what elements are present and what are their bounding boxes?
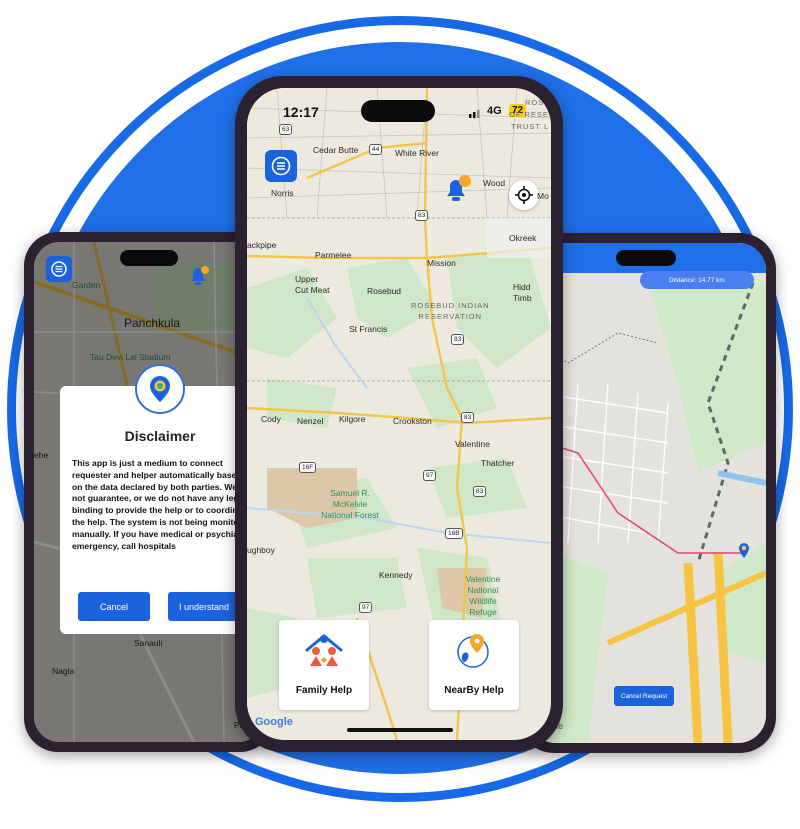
map-label-upper-cut-meat: Upper Cut Meat xyxy=(295,274,330,295)
i-understand-button[interactable]: I understand xyxy=(168,592,240,621)
locate-button[interactable] xyxy=(509,180,539,210)
route-shield: 63 xyxy=(279,124,293,135)
nearby-help-label: NearBy Help xyxy=(444,685,504,696)
map-label-kennedy: Kennedy xyxy=(379,570,413,580)
route-shield: 83 xyxy=(415,210,429,221)
nearby-help-card[interactable]: NearBy Help xyxy=(429,620,519,710)
route-shield: 97 xyxy=(359,602,373,613)
map-label-norris: Norris xyxy=(271,188,294,198)
right-phone-screen: Distance: 14.77 km Cancel Request Google xyxy=(528,243,766,743)
route-shield: 16B xyxy=(445,528,463,539)
dynamic-island xyxy=(120,250,178,266)
status-network: 4G xyxy=(487,105,502,117)
dynamic-island xyxy=(616,250,676,266)
end-pin-icon xyxy=(739,543,749,558)
menu-icon xyxy=(51,261,67,277)
nearby-icon xyxy=(457,634,489,668)
map-label-ackpipe: ackpipe xyxy=(247,240,277,250)
route-shield: 83 xyxy=(461,412,475,423)
map-label-rose: ROSE xyxy=(525,98,551,107)
cancel-request-button[interactable]: Cancel Request xyxy=(614,686,674,706)
map-label-mo: Mo xyxy=(537,191,549,201)
map-label-cedar-butte: Cedar Butte xyxy=(313,145,359,155)
map-label-mission: Mission xyxy=(427,258,456,268)
disclaimer-dialog: Disclaimer This app is just a medium to … xyxy=(60,364,260,634)
center-phone: 12:17 4G 72 ROSE OF RESER TRUST L 63 Ced… xyxy=(235,76,563,752)
left-phone-screen: Garden Panchkula Tau Devi Lal Stadium eh… xyxy=(34,242,264,742)
map-label-hidd: Hidd xyxy=(513,282,531,292)
map-label-crookston: Crookston xyxy=(393,416,432,426)
map-label-okreek: Okreek xyxy=(509,233,537,243)
status-time: 12:17 xyxy=(283,104,319,120)
bell-icon[interactable] xyxy=(441,174,471,204)
map-label-nenzel: Nenzel xyxy=(297,416,324,426)
map-label-cody: Cody xyxy=(261,414,281,424)
family-help-card[interactable]: Family Help xyxy=(279,620,369,710)
map-pin-icon xyxy=(150,376,170,402)
map-label-white-river: White River xyxy=(395,148,439,158)
map-label-valentine: Valentine xyxy=(455,439,490,449)
right-map xyxy=(528,243,766,743)
dialog-badge xyxy=(135,364,185,414)
signal-icon xyxy=(469,110,480,118)
map-label-f-reser: OF RESER xyxy=(509,110,551,119)
family-icon xyxy=(305,634,343,666)
map-label-thatcher: Thatcher xyxy=(481,458,515,468)
center-phone-screen: 12:17 4G 72 ROSE OF RESER TRUST L 63 Ced… xyxy=(247,88,551,740)
dialog-body: This app is just a medium to connect req… xyxy=(72,458,253,551)
map-label-ughboy: ughboy xyxy=(247,545,275,555)
family-help-label: Family Help xyxy=(295,685,353,696)
menu-icon xyxy=(271,156,291,176)
map-label-samuel-forest: Samuel R. McKelvie National Forest xyxy=(321,488,379,520)
crosshair-icon xyxy=(515,186,533,204)
map-label-rosebud-reservation: ROSEBUD INDIAN RESERVATION xyxy=(411,301,490,321)
map-label-valentine-refuge: Valentine National Wildlife Refuge xyxy=(465,574,501,617)
cancel-button[interactable]: Cancel xyxy=(78,592,150,621)
menu-button[interactable] xyxy=(46,256,72,282)
route-shield: 16F xyxy=(299,462,317,473)
route-shield: 97 xyxy=(423,470,437,481)
map-label-st-francis: St Francis xyxy=(349,324,388,334)
bell-icon[interactable] xyxy=(186,264,210,288)
map-label-timb: Timb xyxy=(513,293,532,303)
route-shield: 44 xyxy=(369,144,383,155)
map-label-rosebud: Rosebud xyxy=(367,286,402,296)
map-label-parmelee: Parmelee xyxy=(315,250,352,260)
dynamic-island xyxy=(361,100,435,122)
map-label-wood: Wood xyxy=(483,178,506,188)
google-logo: Google xyxy=(255,716,293,728)
menu-button[interactable] xyxy=(265,150,297,182)
route-shield: 83 xyxy=(473,486,487,497)
map-label-trust: TRUST L xyxy=(511,122,550,131)
dialog-title: Disclaimer xyxy=(124,428,196,444)
distance-pill: Distance: 14.77 km xyxy=(640,271,754,289)
route-shield: 83 xyxy=(451,334,465,345)
home-indicator[interactable] xyxy=(347,728,453,732)
map-label-kilgore: Kilgore xyxy=(339,414,366,424)
